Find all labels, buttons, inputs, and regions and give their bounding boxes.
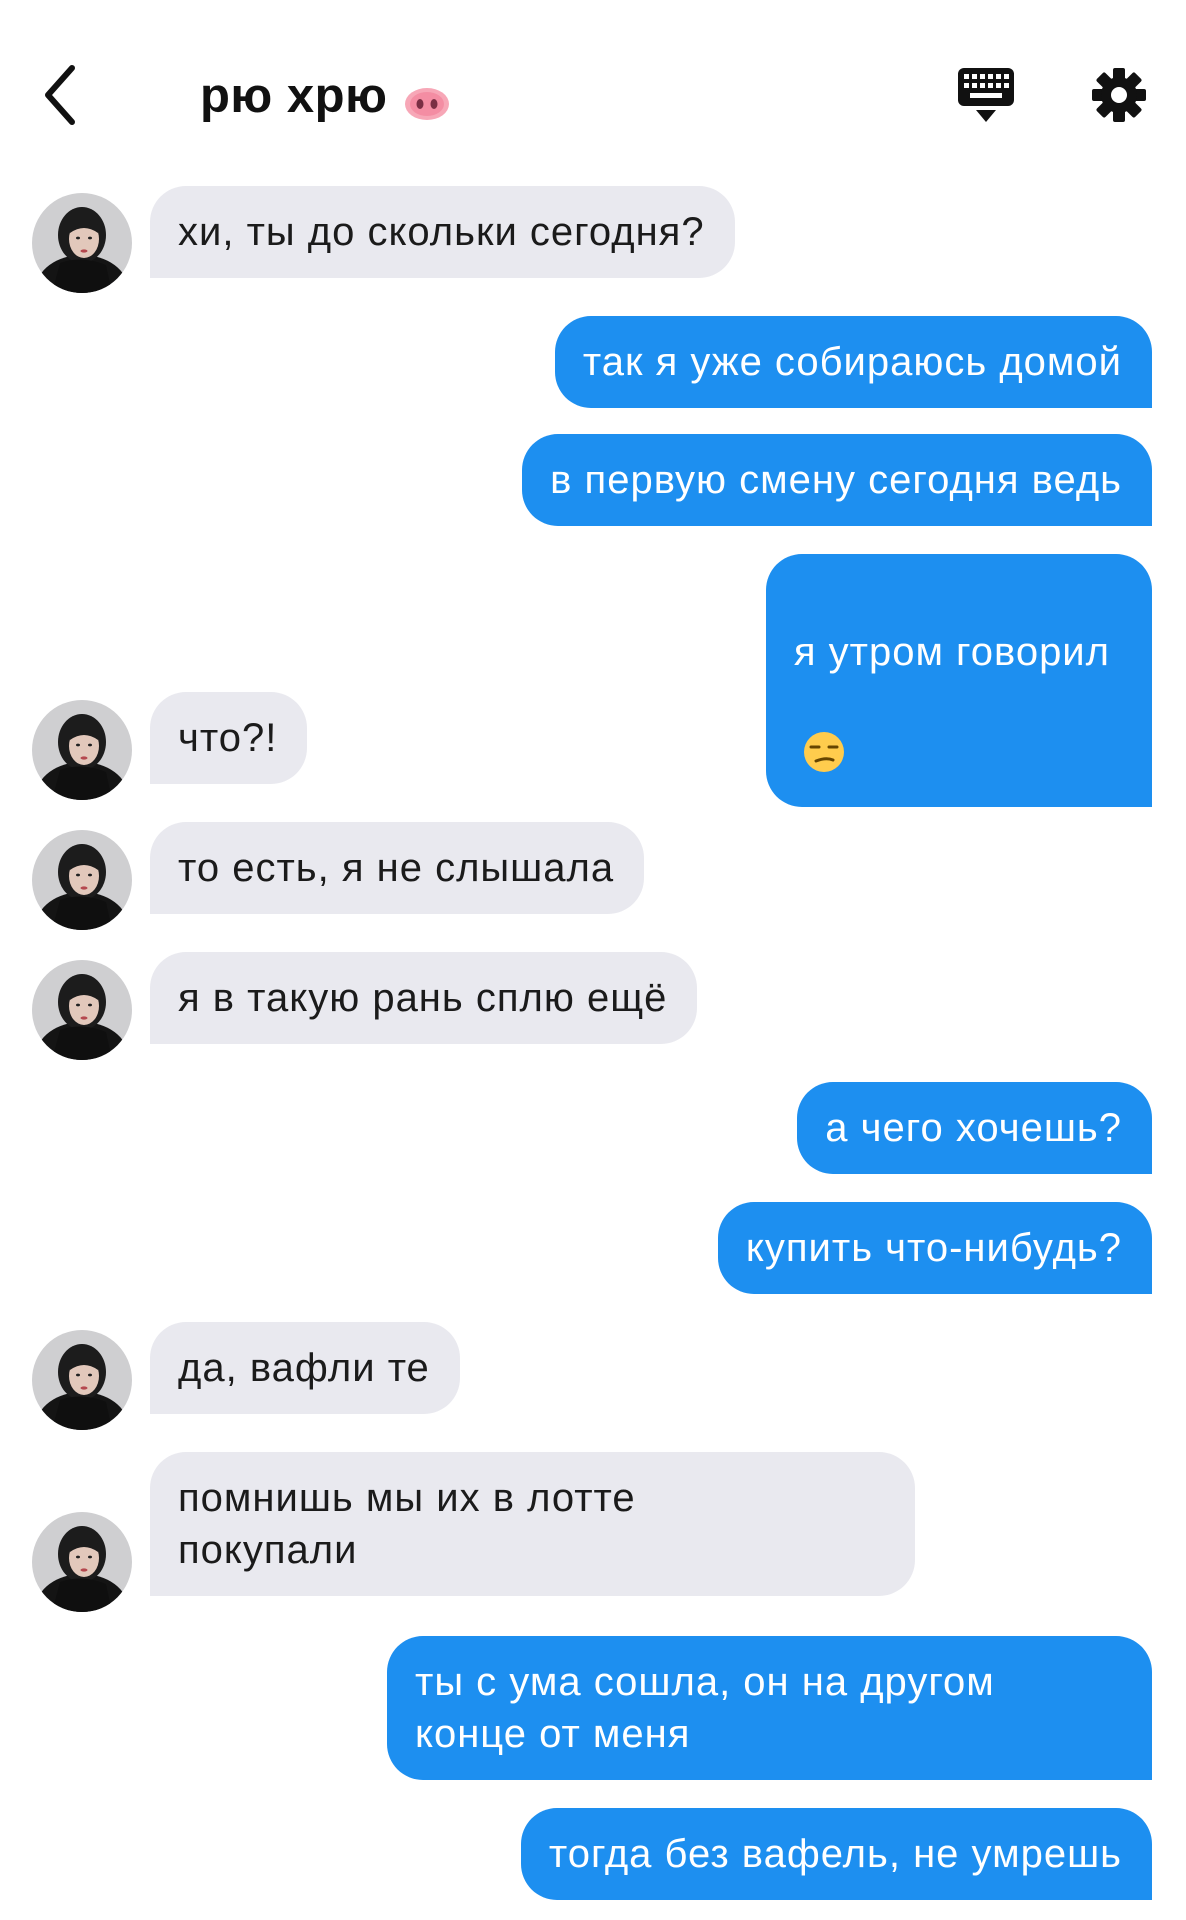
incoming-message[interactable]: помнишь мы их в лотте покупали: [150, 1452, 915, 1596]
incoming-message[interactable]: я в такую рань сплю ещё: [150, 952, 698, 1044]
unamused-face-emoji: [802, 678, 846, 787]
outgoing-message[interactable]: так я уже собираюсь домой: [554, 316, 1152, 408]
incoming-message[interactable]: хи, ты до скольки сегодня?: [150, 186, 735, 278]
outgoing-message[interactable]: я утром говорил: [765, 554, 1152, 807]
chat-title-text: рю хрю: [200, 69, 388, 123]
outgoing-message[interactable]: тогда без вафель, не умрешь: [520, 1808, 1152, 1900]
keyboard-icon[interactable]: [956, 66, 1016, 126]
contact-avatar[interactable]: [32, 1330, 132, 1430]
contact-avatar[interactable]: [32, 960, 132, 1060]
back-chevron-icon[interactable]: [38, 60, 82, 130]
outgoing-message[interactable]: в первую смену сегодня ведь: [522, 434, 1152, 526]
incoming-message[interactable]: то есть, я не слышала: [150, 822, 645, 914]
contact-avatar[interactable]: [32, 193, 132, 293]
outgoing-message[interactable]: а чего хочешь?: [797, 1082, 1152, 1174]
contact-avatar[interactable]: [32, 830, 132, 930]
chat-title[interactable]: рю хрю: [200, 68, 451, 124]
contact-avatar[interactable]: [32, 700, 132, 800]
incoming-message[interactable]: да, вафли те: [150, 1322, 460, 1414]
gear-icon[interactable]: [1090, 66, 1148, 124]
incoming-message[interactable]: что?!: [150, 692, 308, 784]
chat-header: рю хрю: [0, 0, 1186, 180]
outgoing-message[interactable]: купить что-нибудь?: [717, 1202, 1152, 1294]
outgoing-message-text: я утром говорил: [793, 630, 1110, 674]
outgoing-message[interactable]: ты с ума сошла, он на другом конце от ме…: [387, 1636, 1152, 1780]
contact-avatar[interactable]: [32, 1512, 132, 1612]
pig-nose-emoji: [403, 78, 451, 120]
